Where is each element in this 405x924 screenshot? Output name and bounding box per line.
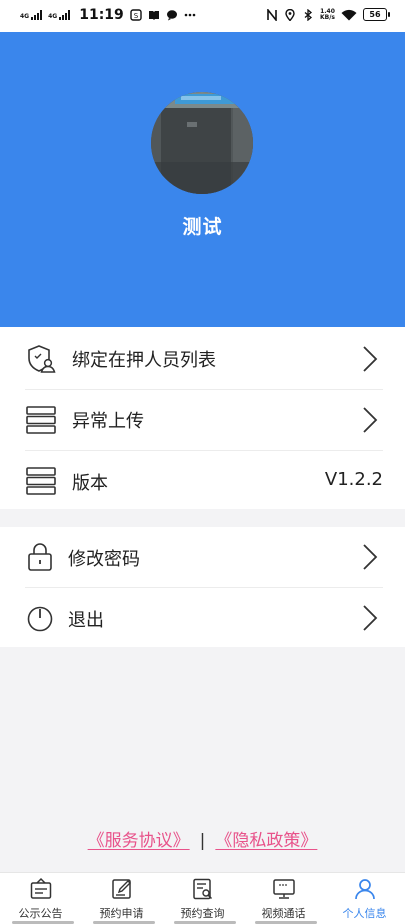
signal-2: 4G bbox=[48, 10, 71, 20]
svg-text:S: S bbox=[134, 12, 139, 20]
menu-group-info: 绑定在押人员列表 异常上传 版本 V1.2.2 bbox=[0, 327, 405, 509]
service-agreement-link[interactable]: 《服务协议》 bbox=[88, 831, 190, 851]
tab-label: 预约申请 bbox=[99, 907, 144, 920]
tab-label: 个人信息 bbox=[342, 907, 387, 920]
server-stack-icon bbox=[26, 406, 56, 434]
person-icon bbox=[354, 879, 375, 900]
more-dots-icon bbox=[184, 13, 196, 17]
document-search-icon bbox=[192, 878, 212, 900]
edit-form-icon bbox=[111, 879, 131, 899]
book-icon bbox=[148, 11, 159, 20]
power-icon bbox=[27, 606, 53, 632]
menu-change-password[interactable]: 修改密码 bbox=[0, 527, 405, 587]
logout-label: 退出 bbox=[68, 610, 104, 631]
menu-version: 版本 V1.2.2 bbox=[0, 451, 405, 511]
chevron-right-icon bbox=[363, 407, 378, 433]
privacy-policy-link[interactable]: 《隐私政策》 bbox=[215, 831, 317, 851]
version-value: V1.2.2 bbox=[324, 469, 383, 490]
avatar-photo bbox=[151, 92, 253, 194]
tab-label: 视频通话 bbox=[261, 907, 306, 920]
tab-appointment-apply[interactable]: 预约申请 bbox=[81, 873, 162, 924]
tab-personal-info[interactable]: 个人信息 bbox=[324, 873, 405, 924]
network-speed: 1.40 KB/s bbox=[320, 8, 335, 21]
menu-upload-error[interactable]: 异常上传 bbox=[0, 390, 405, 450]
network-label-1: 4G bbox=[20, 13, 30, 20]
battery-indicator: 56 bbox=[363, 8, 390, 21]
monitor-icon bbox=[272, 879, 295, 899]
tab-appointment-query[interactable]: 预约查询 bbox=[162, 873, 243, 924]
user-name: 测试 bbox=[182, 216, 223, 238]
upload-error-label: 异常上传 bbox=[72, 411, 144, 432]
tab-video-call[interactable]: 视频通话 bbox=[243, 873, 324, 924]
chevron-right-icon bbox=[363, 346, 378, 372]
signal-icon bbox=[59, 10, 71, 20]
menu-logout[interactable]: 退出 bbox=[0, 588, 405, 648]
shield-user-icon bbox=[28, 345, 56, 373]
server-stack-icon bbox=[26, 467, 56, 495]
status-bar: 4G 4G 11:19 S 1.40 KB/s 56 bbox=[0, 0, 405, 32]
speed-unit: KB/s bbox=[320, 13, 335, 21]
bluetooth-icon bbox=[304, 8, 313, 21]
network-label-2: 4G bbox=[48, 13, 58, 20]
chevron-right-icon bbox=[363, 544, 378, 570]
nfc-icon bbox=[267, 8, 277, 21]
link-separator: | bbox=[199, 831, 206, 851]
tab-label: 公示公告 bbox=[18, 907, 63, 920]
menu-bind-list[interactable]: 绑定在押人员列表 bbox=[0, 329, 405, 389]
signal-icon bbox=[31, 10, 43, 20]
clock: 11:19 bbox=[79, 7, 124, 23]
chat-bubble-icon bbox=[166, 10, 177, 21]
signal-1: 4G bbox=[20, 10, 43, 20]
bottom-tab-bar: 公示公告 预约申请 预约查询 视频通话 个人信息 bbox=[0, 872, 405, 924]
menu-group-account: 修改密码 退出 bbox=[0, 527, 405, 647]
avatar[interactable] bbox=[151, 92, 253, 194]
change-password-label: 修改密码 bbox=[68, 549, 140, 570]
bulletin-icon bbox=[30, 877, 51, 899]
location-icon bbox=[285, 8, 295, 21]
wifi-icon bbox=[341, 9, 357, 20]
lock-icon bbox=[28, 543, 52, 571]
tab-label: 预约查询 bbox=[180, 907, 225, 920]
profile-header: 测试 bbox=[0, 32, 405, 327]
notification-app-icon: S bbox=[130, 9, 142, 21]
battery-level: 56 bbox=[369, 10, 381, 19]
version-label: 版本 bbox=[72, 473, 108, 494]
chevron-right-icon bbox=[363, 605, 378, 631]
footer-links: 《服务协议》 | 《隐私政策》 bbox=[0, 826, 405, 851]
tab-bulletin[interactable]: 公示公告 bbox=[0, 873, 81, 924]
bind-list-label: 绑定在押人员列表 bbox=[72, 350, 216, 371]
